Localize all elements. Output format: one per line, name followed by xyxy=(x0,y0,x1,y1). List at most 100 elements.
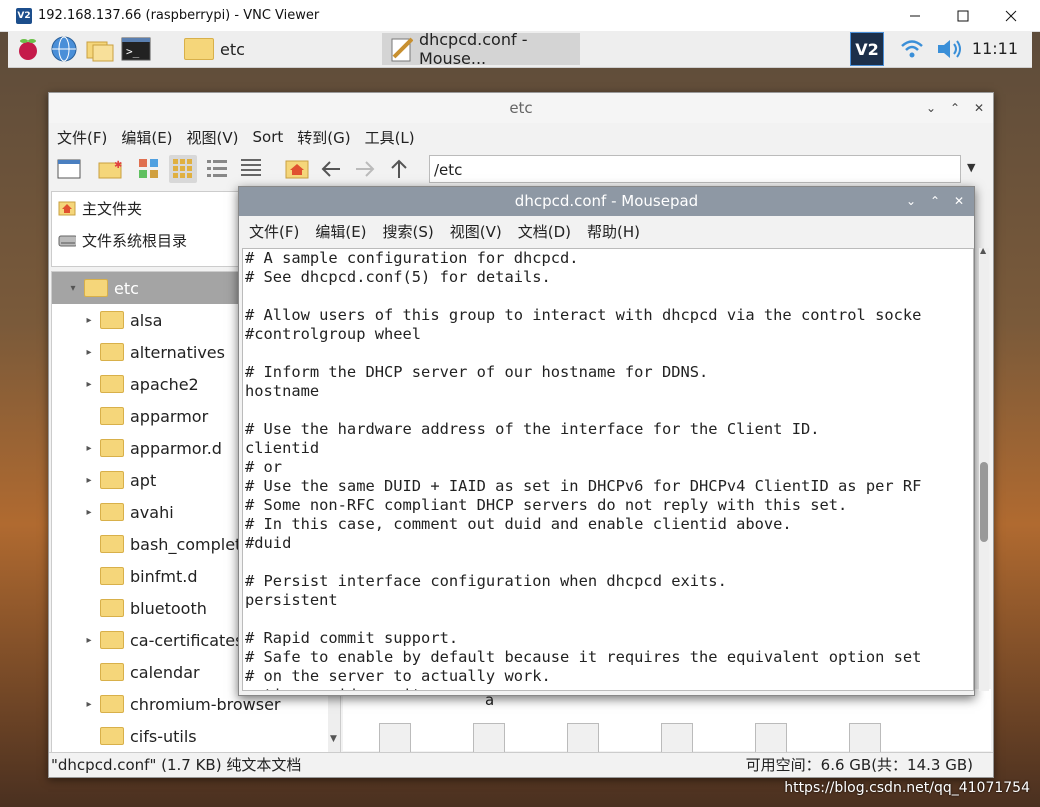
volume-tray-button[interactable] xyxy=(936,37,966,65)
menu-sort[interactable]: Sort xyxy=(253,128,284,146)
scrollbar-thumb[interactable] xyxy=(980,462,988,542)
expander-icon[interactable]: ▸ xyxy=(82,347,96,358)
file-icon[interactable] xyxy=(661,723,693,753)
file-icon[interactable] xyxy=(755,723,787,753)
home-button[interactable] xyxy=(283,155,311,183)
grid-view-icon xyxy=(173,159,192,178)
forward-button[interactable] xyxy=(351,155,379,183)
scroll-up-arrow[interactable]: ▲ xyxy=(980,246,986,255)
folder-icon xyxy=(100,471,124,489)
mp-maximize-button[interactable]: ⌃ xyxy=(925,187,945,216)
vnc-app-icon: V2 xyxy=(16,7,32,24)
mousepad-window: dhcpcd.conf - Mousepad ⌄ ⌃ ✕ 文件(F) 编辑(E)… xyxy=(238,186,989,696)
arrow-right-icon xyxy=(356,161,375,177)
new-folder-button[interactable]: ✱ xyxy=(97,155,125,183)
expander-icon[interactable]: ▸ xyxy=(82,475,96,486)
expander-icon[interactable]: ▸ xyxy=(82,379,96,390)
folder-icon xyxy=(100,567,124,585)
menu-file[interactable]: 文件(F) xyxy=(57,127,107,148)
fm-minimize-button[interactable]: ⌄ xyxy=(921,93,941,123)
scroll-down-arrow[interactable]: ▼ xyxy=(330,734,337,744)
close-icon xyxy=(1005,10,1017,21)
mp-menu-view[interactable]: 视图(V) xyxy=(450,221,502,242)
clock: 11:11 xyxy=(971,39,1018,58)
home-icon xyxy=(285,160,309,179)
tree-item[interactable]: cifs-utils xyxy=(52,720,340,752)
mp-menu-search[interactable]: 搜索(S) xyxy=(383,221,434,242)
mp-menu-document[interactable]: 文档(D) xyxy=(518,221,571,242)
back-button[interactable] xyxy=(317,155,345,183)
folder-icon xyxy=(100,503,124,521)
mp-close-button[interactable]: ✕ xyxy=(949,187,969,216)
minimize-button[interactable] xyxy=(892,0,938,31)
expander-icon[interactable]: ▸ xyxy=(82,699,96,710)
up-button[interactable] xyxy=(385,155,413,183)
fm-close-button[interactable]: ✕ xyxy=(969,93,989,123)
file-manager-button[interactable] xyxy=(84,33,116,65)
view-icons-button[interactable] xyxy=(135,155,163,183)
path-input[interactable]: /etc xyxy=(429,155,961,183)
path-history-dropdown[interactable]: ▼ xyxy=(967,161,975,174)
maximize-button[interactable] xyxy=(940,0,986,31)
folder-icon xyxy=(100,663,124,681)
mp-menu-edit[interactable]: 编辑(E) xyxy=(315,221,366,242)
wifi-tray-button[interactable] xyxy=(900,37,924,65)
drive-icon xyxy=(58,235,76,247)
file-icon[interactable] xyxy=(567,723,599,753)
taskbar-active-task[interactable]: dhcpcd.conf - Mouse... xyxy=(382,30,580,68)
editor-line: option rapid_commit xyxy=(245,686,973,690)
file-icon[interactable] xyxy=(473,723,505,753)
mousepad-titlebar: dhcpcd.conf - Mousepad ⌄ ⌃ ✕ xyxy=(239,187,974,216)
taskbar-folder-etc[interactable]: etc xyxy=(184,33,384,65)
menu-go[interactable]: 转到(G) xyxy=(297,127,350,148)
mp-menu-file[interactable]: 文件(F) xyxy=(249,221,299,242)
mp-minimize-button[interactable]: ⌄ xyxy=(901,187,921,216)
fm-maximize-button[interactable]: ⌃ xyxy=(945,93,965,123)
watermark-url: https://blog.csdn.net/qq_41071754 xyxy=(784,780,1030,796)
folder-icon xyxy=(100,631,124,649)
file-icon[interactable] xyxy=(379,723,411,753)
mousepad-title: dhcpcd.conf - Mousepad xyxy=(514,192,699,210)
home-folder-icon xyxy=(58,201,76,216)
editor-scrollbar[interactable]: ▲ xyxy=(979,246,989,691)
close-button[interactable] xyxy=(988,0,1034,31)
editor-line: # Inform the DHCP server of our hostname… xyxy=(245,363,709,381)
pi-taskbar: >_ etc dhcpcd.conf - Mouse... V2 11:11 xyxy=(8,30,1032,68)
tree-item-label: apt xyxy=(130,470,157,490)
file-icon[interactable] xyxy=(849,723,881,753)
list-view-icon xyxy=(241,159,261,176)
mp-menu-help[interactable]: 帮助(H) xyxy=(587,221,640,242)
web-browser-button[interactable] xyxy=(48,33,80,65)
raspberry-menu-button[interactable] xyxy=(12,33,44,65)
compact-view-icon xyxy=(207,160,227,177)
expander-icon[interactable]: ▸ xyxy=(82,635,96,646)
taskbar-task-label: dhcpcd.conf - Mouse... xyxy=(418,30,528,68)
folders-icon xyxy=(86,41,114,62)
vnc-server-tray-icon[interactable]: V2 xyxy=(850,32,884,66)
expander-icon[interactable]: ▸ xyxy=(82,315,96,326)
editor-line: # Use the hardware address of the interf… xyxy=(245,420,820,438)
editor-line: # In this case, comment out duid and ena… xyxy=(245,515,792,533)
status-free-space: 可用空间：6.6 GB(共：14.3 GB) xyxy=(745,756,973,774)
text-editor-icon xyxy=(391,37,413,62)
menu-view[interactable]: 视图(V) xyxy=(187,127,239,148)
text-editor-area[interactable]: # A sample configuration for dhcpcd. # Se… xyxy=(242,248,974,691)
folder-icon xyxy=(100,407,124,425)
new-window-icon xyxy=(57,159,81,179)
menu-edit[interactable]: 编辑(E) xyxy=(121,127,172,148)
file-grid: a xyxy=(343,689,991,753)
new-window-button[interactable] xyxy=(55,155,83,183)
view-grid-button[interactable] xyxy=(169,155,197,183)
view-compact-button[interactable] xyxy=(203,155,231,183)
terminal-button[interactable]: >_ xyxy=(120,33,152,65)
editor-line: # Safe to enable by default because it r… xyxy=(245,648,922,666)
expander-icon[interactable]: ▾ xyxy=(66,283,80,294)
tree-item-label: apache2 xyxy=(130,374,199,394)
expander-icon[interactable]: ▸ xyxy=(82,507,96,518)
view-list-button[interactable] xyxy=(237,155,265,183)
expander-icon[interactable]: ▸ xyxy=(82,443,96,454)
menu-tools[interactable]: 工具(L) xyxy=(365,127,415,148)
